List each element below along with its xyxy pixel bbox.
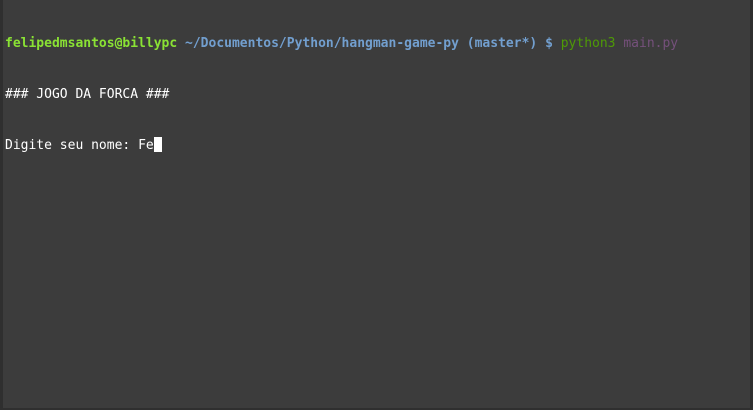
prompt-userhost: felipedmsantos@billypc (5, 36, 178, 51)
command-argument: main.py (623, 36, 679, 51)
input-typed-text[interactable]: Fe (138, 138, 154, 153)
text-cursor (153, 137, 162, 152)
prompt-line: felipedmsantos@billypc ~/Documentos/Pyth… (5, 35, 750, 52)
command-name: python3 (560, 36, 616, 51)
prompt-symbol: $ (545, 36, 553, 51)
output-title-line: ### JOGO DA FORCA ### (5, 87, 170, 102)
input-line[interactable]: Digite seu nome: Fe (5, 137, 750, 154)
terminal-window[interactable]: felipedmsantos@billypc ~/Documentos/Pyth… (0, 0, 753, 410)
prompt-git-branch: (master*) (466, 36, 538, 51)
input-prompt-label: Digite seu nome: (5, 138, 139, 153)
prompt-path: ~/Documentos/Python/hangman-game-py (185, 36, 459, 51)
